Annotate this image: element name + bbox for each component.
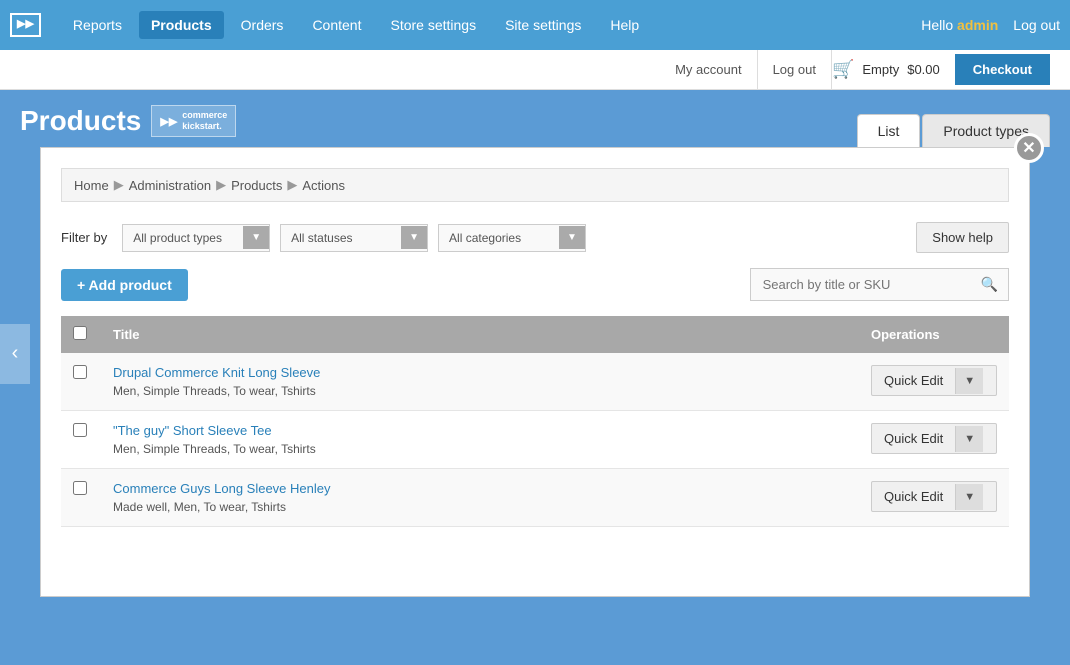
- quick-edit-label: Quick Edit: [872, 424, 955, 453]
- cart-area: 🛒 Empty $0.00: [832, 59, 940, 80]
- page-logo-arrows: ▶▶: [160, 115, 177, 128]
- search-box: 🔍: [750, 268, 1009, 301]
- product-title-link[interactable]: Drupal Commerce Knit Long Sleeve: [113, 365, 847, 380]
- row-title-cell: Commerce Guys Long Sleeve Henley Made we…: [101, 469, 859, 527]
- checkout-button[interactable]: Checkout: [955, 54, 1050, 85]
- filter-status-text: All statuses: [281, 225, 401, 251]
- page-header: Products ▶▶ commercekickstart. List Prod…: [0, 90, 1070, 147]
- close-button[interactable]: ✕: [1014, 133, 1044, 163]
- cart-icon: 🛒: [832, 59, 854, 80]
- row-checkbox-cell: [61, 411, 101, 469]
- nav-content[interactable]: Content: [300, 11, 373, 39]
- nav-products[interactable]: Products: [139, 11, 224, 39]
- my-account-link[interactable]: My account: [660, 50, 757, 90]
- search-input[interactable]: [751, 270, 971, 299]
- nav-links: Reports Products Orders Content Store se…: [61, 11, 921, 39]
- main-panel-wrapper: ✕ Home ▶ Administration ▶ Products ▶ Act…: [0, 147, 1070, 617]
- secondary-logout-link[interactable]: Log out: [758, 50, 832, 90]
- table-row: Commerce Guys Long Sleeve Henley Made we…: [61, 469, 1009, 527]
- filter-category-arrow: ▼: [559, 226, 585, 249]
- breadcrumb-products[interactable]: Products: [231, 178, 282, 193]
- page-header-area: Products ▶▶ commercekickstart. List Prod…: [0, 90, 1070, 617]
- products-table: Title Operations Drupal Commerce Knit Lo…: [61, 316, 1009, 527]
- secondary-bar: My account Log out 🛒 Empty $0.00 Checkou…: [0, 50, 1070, 90]
- row-title-cell: "The guy" Short Sleeve Tee Men, Simple T…: [101, 411, 859, 469]
- left-arrow-button[interactable]: ‹: [0, 324, 30, 384]
- product-meta: Men, Simple Threads, To wear, Tshirts: [113, 384, 316, 398]
- filter-product-type[interactable]: All product types ▼: [122, 224, 270, 252]
- table-row: "The guy" Short Sleeve Tee Men, Simple T…: [61, 411, 1009, 469]
- add-product-button[interactable]: + Add product: [61, 269, 188, 301]
- logo: ▶▶: [10, 13, 41, 36]
- quick-edit-dropdown-arrow[interactable]: ▼: [955, 368, 983, 394]
- show-help-button[interactable]: Show help: [916, 222, 1009, 253]
- logout-link[interactable]: Log out: [1013, 17, 1060, 33]
- nav-site-settings[interactable]: Site settings: [493, 11, 593, 39]
- main-panel: ✕ Home ▶ Administration ▶ Products ▶ Act…: [40, 147, 1030, 597]
- breadcrumb-administration[interactable]: Administration: [129, 178, 211, 193]
- filter-bar: Filter by All product types ▼ All status…: [61, 222, 1009, 253]
- logo-icon: ▶▶: [17, 18, 34, 31]
- table-header-operations: Operations: [859, 316, 1009, 353]
- product-meta: Men, Simple Threads, To wear, Tshirts: [113, 442, 316, 456]
- table-header-title: Title: [101, 316, 859, 353]
- hello-text: Hello admin: [921, 17, 998, 33]
- search-icon: 🔍: [971, 269, 1008, 300]
- quick-edit-button[interactable]: Quick Edit ▼: [871, 365, 997, 396]
- nav-store-settings[interactable]: Store settings: [378, 11, 488, 39]
- row-checkbox[interactable]: [73, 423, 87, 437]
- quick-edit-button[interactable]: Quick Edit ▼: [871, 423, 997, 454]
- breadcrumb-home[interactable]: Home: [74, 178, 109, 193]
- top-navigation: ▶▶ Reports Products Orders Content Store…: [0, 0, 1070, 50]
- row-checkbox[interactable]: [73, 481, 87, 495]
- nav-orders[interactable]: Orders: [229, 11, 296, 39]
- filter-category[interactable]: All categories ▼: [438, 224, 586, 252]
- quick-edit-dropdown-arrow[interactable]: ▼: [955, 484, 983, 510]
- product-title-link[interactable]: "The guy" Short Sleeve Tee: [113, 423, 847, 438]
- row-checkbox[interactable]: [73, 365, 87, 379]
- filter-type-arrow: ▼: [243, 226, 269, 249]
- quick-edit-label: Quick Edit: [872, 482, 955, 511]
- row-title-cell: Drupal Commerce Knit Long Sleeve Men, Si…: [101, 353, 859, 411]
- page-logo: ▶▶ commercekickstart.: [151, 105, 236, 137]
- row-operations-cell: Quick Edit ▼: [859, 353, 1009, 411]
- quick-edit-dropdown-arrow[interactable]: ▼: [955, 426, 983, 452]
- product-title-link[interactable]: Commerce Guys Long Sleeve Henley: [113, 481, 847, 496]
- table-header-row: Title Operations: [61, 316, 1009, 353]
- page-title: Products ▶▶ commercekickstart.: [20, 105, 236, 147]
- add-product-bar: + Add product 🔍: [61, 268, 1009, 301]
- cart-empty-label: Empty: [862, 62, 899, 77]
- filter-label: Filter by: [61, 230, 107, 245]
- table-body: Drupal Commerce Knit Long Sleeve Men, Si…: [61, 353, 1009, 527]
- logo-box: ▶▶: [10, 13, 41, 36]
- filter-status-arrow: ▼: [401, 226, 427, 249]
- row-operations-cell: Quick Edit ▼: [859, 411, 1009, 469]
- table-row: Drupal Commerce Knit Long Sleeve Men, Si…: [61, 353, 1009, 411]
- tab-list[interactable]: List: [857, 114, 921, 147]
- row-operations-cell: Quick Edit ▼: [859, 469, 1009, 527]
- product-meta: Made well, Men, To wear, Tshirts: [113, 500, 286, 514]
- nav-reports[interactable]: Reports: [61, 11, 134, 39]
- quick-edit-button[interactable]: Quick Edit ▼: [871, 481, 997, 512]
- breadcrumb: Home ▶ Administration ▶ Products ▶ Actio…: [61, 168, 1009, 202]
- filter-status[interactable]: All statuses ▼: [280, 224, 428, 252]
- admin-name: admin: [957, 17, 998, 33]
- secondary-links: My account Log out: [660, 50, 832, 90]
- nav-help[interactable]: Help: [598, 11, 651, 39]
- quick-edit-label: Quick Edit: [872, 366, 955, 395]
- row-checkbox-cell: [61, 353, 101, 411]
- row-checkbox-cell: [61, 469, 101, 527]
- select-all-checkbox[interactable]: [73, 326, 87, 340]
- cart-price: $0.00: [907, 62, 940, 77]
- filter-type-text: All product types: [123, 225, 243, 251]
- breadcrumb-actions: Actions: [302, 178, 345, 193]
- table-header-checkbox-col: [61, 316, 101, 353]
- nav-right: Hello admin Log out: [921, 17, 1060, 33]
- filter-category-text: All categories: [439, 225, 559, 251]
